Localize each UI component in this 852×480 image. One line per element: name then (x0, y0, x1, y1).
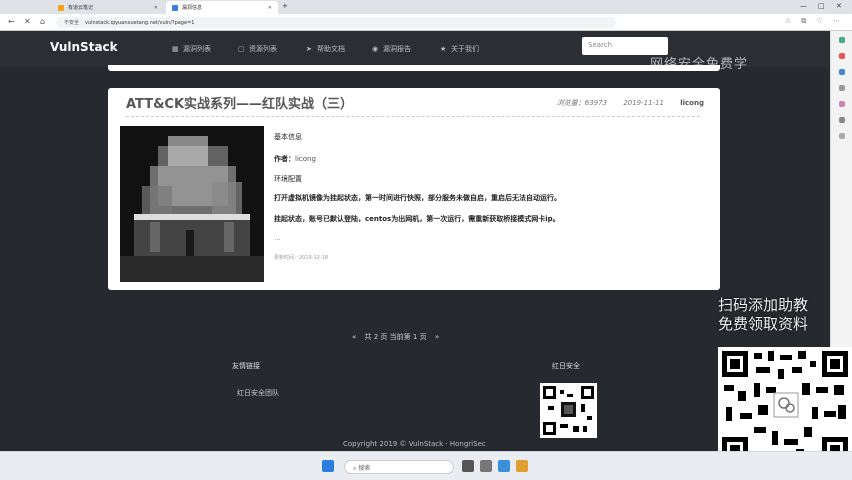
reload-icon[interactable]: ✕ (24, 17, 31, 26)
promo-qr-pattern (722, 351, 848, 463)
promo-qr-code (718, 347, 852, 467)
card-author: licong (680, 99, 704, 107)
previous-card-edge (108, 65, 720, 71)
views-count: 63973 (584, 99, 608, 107)
next-page-button[interactable]: » (435, 333, 439, 341)
org-title: 红日安全 (552, 362, 580, 370)
taskbar-app-icon[interactable] (498, 460, 510, 472)
pagination: « 共 2 页 当前第 1 页 » (352, 332, 439, 342)
nav-item-vuln-list[interactable]: ▦ 漏洞列表 (172, 44, 211, 54)
new-tab-icon[interactable]: + (282, 2, 288, 10)
nav-label: 漏洞报告 (383, 45, 411, 53)
file-icon: ▢ (238, 44, 245, 53)
nav-item-about[interactable]: ★ 关于我们 (440, 44, 479, 54)
sidebar-icon[interactable] (838, 85, 845, 91)
taskbar-app-icon[interactable] (462, 460, 474, 472)
site-logo[interactable]: VulnStack (50, 40, 118, 54)
nav-label: 帮助文档 (317, 45, 345, 53)
url-field[interactable]: 不安全 vulnstack.qiyuanxuetang.net/vuln/?pa… (56, 17, 616, 28)
author-value: licong (295, 155, 316, 163)
promo-line-1: 扫码添加助教 (718, 296, 809, 314)
section-env: 环境配置 (274, 175, 302, 183)
sidebar-icon[interactable] (838, 101, 845, 107)
nav-label: 漏洞列表 (183, 45, 211, 53)
os-taskbar: ⌕ 搜索 (0, 451, 852, 480)
url-text: vulnstack.qiyuanxuetang.net/vuln/?page=1 (85, 19, 195, 26)
dashed-divider (126, 116, 700, 117)
back-icon[interactable]: ← (8, 17, 15, 26)
footer-qr-code (540, 383, 597, 438)
insecure-label: 不安全 (64, 20, 80, 26)
address-bar-row: ← ✕ ⌂ 不安全 vulnstack.qiyuanxuetang.net/vu… (0, 14, 852, 31)
tab-label: 漏洞信息 (182, 5, 203, 11)
vuln-card: ATT&CK实战系列——红队实战（三） 浏览量：63973 2019-11-11… (108, 88, 720, 290)
nav-label: 资源列表 (249, 45, 277, 53)
promo-text: 扫码添加助教 免费领取资料 (718, 296, 852, 334)
sidebar-icon[interactable] (838, 133, 845, 139)
taskbar-app-icon[interactable] (480, 460, 492, 472)
sidebar-icon[interactable] (838, 37, 845, 43)
grid-icon: ▦ (172, 44, 179, 53)
card-title[interactable]: ATT&CK实战系列——红队实战（三） (126, 93, 353, 112)
tab-label: 有道云笔记 (68, 5, 94, 11)
taskbar-search-label: 搜索 (358, 465, 371, 472)
minimize-icon[interactable]: — (800, 2, 807, 10)
ellipsis: ... (274, 234, 281, 242)
promo-line-2: 免费领取资料 (718, 315, 809, 333)
home-icon[interactable]: ⌂ (40, 17, 45, 26)
star-icon: ★ (440, 44, 447, 53)
maximize-icon[interactable]: □ (818, 2, 825, 10)
web-page: VulnStack ▦ 漏洞列表 ▢ 资源列表 ➤ 帮助文档 ◉ 漏洞报告 ★ 关于我们 … (0, 31, 830, 451)
window-close-icon[interactable]: ✕ (836, 2, 842, 10)
browser-tab-active[interactable]: 漏洞信息 ✕ (166, 1, 278, 14)
copyright: Copyright 2019 © VulnStack · HongriSec (343, 440, 486, 448)
taskbar-search[interactable]: ⌕ 搜索 (344, 460, 454, 474)
eye-icon: ◉ (372, 44, 379, 53)
card-date: 2019-11-11 (623, 99, 664, 107)
taskbar-app-icon[interactable] (516, 460, 528, 472)
qr-pattern (543, 386, 594, 435)
env-line-1: 打开虚拟机镜像为挂起状态，第一时间进行快照，部分服务未做自启，重启后无法自动运行… (274, 194, 561, 202)
section-basic-info: 基本信息 (274, 133, 302, 141)
author-label: 作者： (274, 155, 295, 163)
pagination-text: 共 2 页 当前第 1 页 (364, 333, 427, 341)
friend-link-hongri[interactable]: 红日安全团队 (237, 388, 279, 398)
nav-item-help-docs[interactable]: ➤ 帮助文档 (306, 44, 345, 54)
note-icon (58, 4, 64, 11)
start-icon[interactable] (322, 460, 334, 472)
sidebar-icon[interactable] (838, 53, 845, 59)
sidebar-icon[interactable] (838, 69, 845, 75)
author-row: 作者：licong (274, 154, 316, 164)
close-tab-icon[interactable]: ✕ (154, 5, 158, 11)
thumbnail-art (120, 126, 264, 282)
updated-time: 更新时间：2019-12-18 (274, 255, 329, 261)
close-tab-icon[interactable]: ✕ (268, 5, 272, 11)
views-label: 浏览量： (556, 99, 585, 107)
nav-item-vuln-report[interactable]: ◉ 漏洞报告 (372, 44, 411, 54)
prev-page-button[interactable]: « (352, 333, 356, 341)
card-thumbnail[interactable] (120, 126, 264, 282)
env-line-2: 挂起状态，账号已默认登陆，centos为出网机，第一次运行，需重新获取桥接模式网… (274, 215, 560, 223)
sidebar-icon[interactable] (838, 117, 845, 123)
page-icon (172, 4, 178, 11)
browser-tab[interactable]: 有道云笔记 ✕ (52, 1, 164, 14)
browser-toolbar-icons[interactable]: ☆ ⧉ ♡ ⋯ (785, 17, 844, 26)
send-icon: ➤ (306, 44, 312, 53)
browser-tab-bar: 有道云笔记 ✕ 漏洞信息 ✕ + — □ ✕ (0, 0, 852, 14)
friend-links-title: 友情链接 (232, 362, 260, 370)
nav-item-resource-list[interactable]: ▢ 资源列表 (238, 44, 277, 54)
nav-label: 关于我们 (451, 45, 479, 53)
card-meta: 浏览量：63973 2019-11-11 licong (557, 98, 704, 108)
